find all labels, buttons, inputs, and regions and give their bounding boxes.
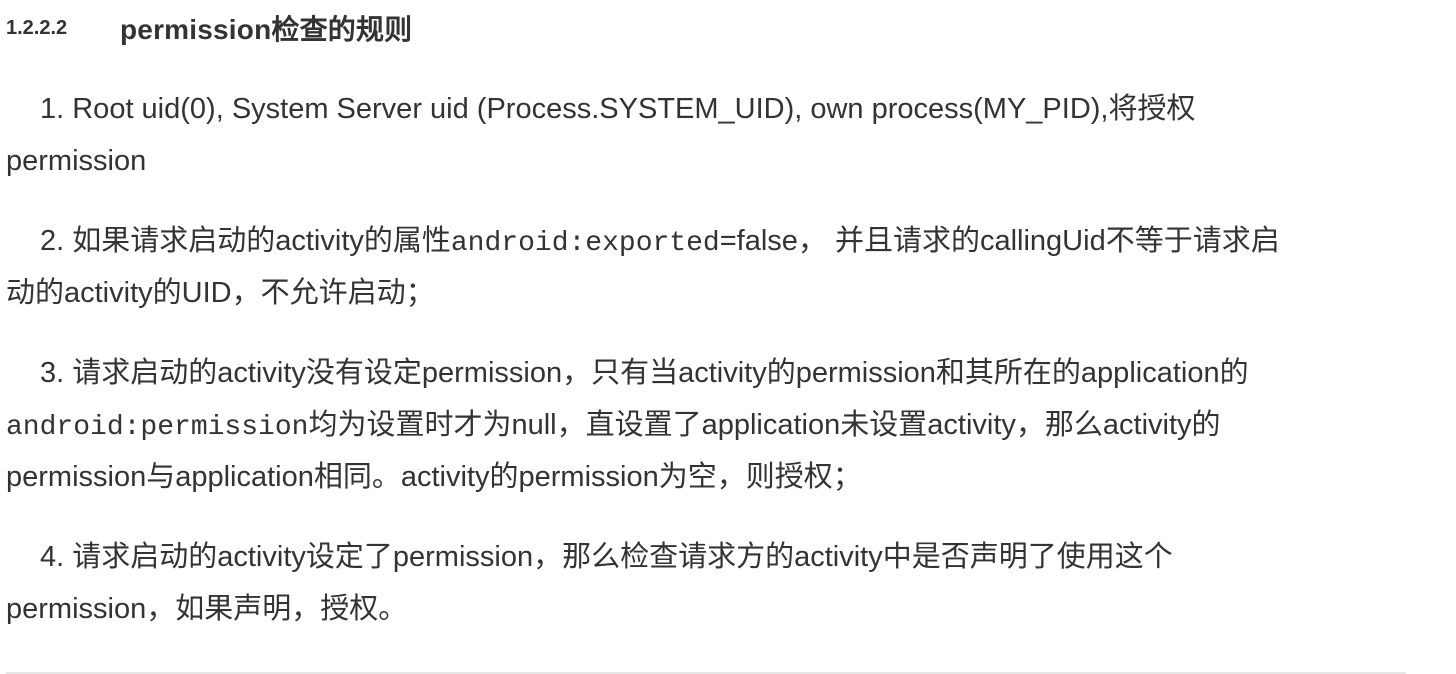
- section-title: permission检查的规则: [120, 14, 413, 45]
- paragraph-line: permission与application相同。activity的permis…: [6, 451, 1426, 503]
- inline-code: android:exported: [450, 228, 720, 259]
- rule-paragraph-1: 1. Root uid(0), System Server uid (Proce…: [6, 83, 1426, 187]
- section-heading: 1.2.2.2 permission检查的规则: [6, 8, 412, 48]
- paragraph-line: 4. 请求启动的activity设定了permission，那么检查请求方的ac…: [6, 531, 1426, 583]
- text-segment: 均为设置时才为null，直设置了application未设置activity，那…: [308, 409, 1221, 441]
- paragraph-line: permission，如果声明，授权。: [6, 583, 1426, 635]
- paragraph-line: 2. 如果请求启动的activity的属性android:exported=fa…: [6, 215, 1426, 267]
- text-segment: 4. 请求启动的activity设定了permission，那么检查请求方的ac…: [40, 541, 1173, 573]
- paragraph-line: android:permission均为设置时才为null，直设置了applic…: [6, 399, 1426, 451]
- rule-paragraph-2: 2. 如果请求启动的activity的属性android:exported=fa…: [6, 215, 1426, 319]
- paragraph-line: 动的activity的UID，不允许启动；: [6, 267, 1426, 319]
- text-segment: 3. 请求启动的activity没有设定permission，只有当activi…: [40, 357, 1249, 389]
- paragraph-line: 1. Root uid(0), System Server uid (Proce…: [6, 83, 1426, 135]
- paragraph-line: 3. 请求启动的activity没有设定permission，只有当activi…: [6, 347, 1426, 399]
- text-segment: permission，如果声明，授权。: [6, 593, 408, 625]
- rule-paragraph-4: 4. 请求启动的activity设定了permission，那么检查请求方的ac…: [6, 531, 1426, 635]
- text-segment: permission: [6, 145, 147, 177]
- text-segment: 1. Root uid(0), System Server uid (Proce…: [40, 93, 1196, 125]
- text-segment: 动的activity的UID，不允许启动；: [6, 277, 435, 309]
- paragraph-line: permission: [6, 135, 1426, 187]
- text-segment: permission与application相同。activity的permis…: [6, 461, 862, 493]
- section-number: 1.2.2.2: [6, 16, 68, 39]
- text-segment: =false， 并且请求的callingUid不等于请求启: [719, 225, 1280, 257]
- inline-code: android:permission: [6, 412, 309, 443]
- text-segment: 2. 如果请求启动的activity的属性: [40, 225, 451, 257]
- rule-paragraph-3: 3. 请求启动的activity没有设定permission，只有当activi…: [6, 347, 1426, 503]
